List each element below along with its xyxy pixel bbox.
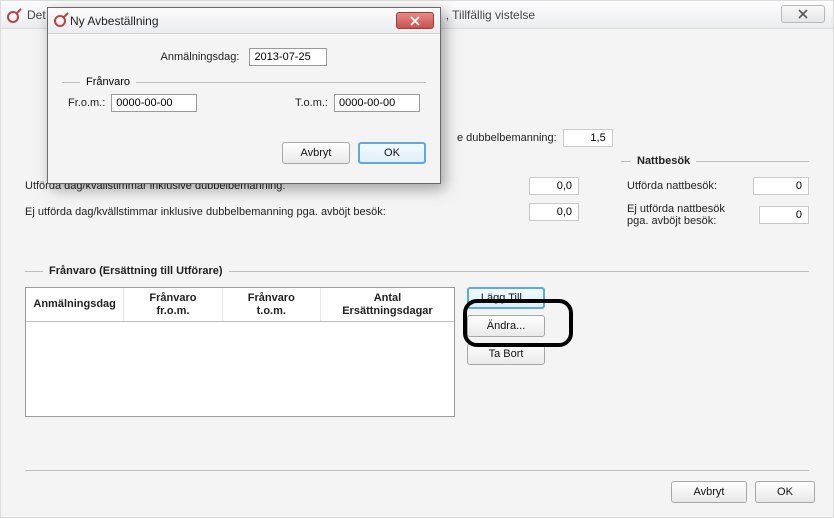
- utforda-natt-value[interactable]: 0: [753, 177, 809, 195]
- dubbelbemanning-label: e dubbelbemanning:: [457, 132, 557, 144]
- th-anmalningsdag: Anmälningsdag: [26, 288, 124, 321]
- th-from: Frånvarofr.o.m.: [124, 288, 222, 321]
- modal-close-button[interactable]: [396, 12, 434, 29]
- tom-label: T.o.m.:: [295, 97, 328, 109]
- modal-titlebar: Ny Avbeställning: [48, 8, 440, 34]
- main-cancel-button[interactable]: Avbryt: [671, 481, 747, 503]
- bottom-bar: Avbryt OK: [1, 470, 833, 503]
- th-tom: Frånvarot.o.m.: [223, 288, 321, 321]
- anmalningsdag-label: Anmälningsdag:: [161, 51, 240, 63]
- ej-utforda-natt-label: Ej utförda nattbesök pga. avböjt besök:: [627, 203, 739, 227]
- th-dagar: AntalErsättningsdagar: [321, 288, 454, 321]
- modal-cancel-button[interactable]: Avbryt: [282, 142, 350, 164]
- ej-utforda-dagkvall-label: Ej utförda dag/kvällstimmar inklusive du…: [25, 206, 386, 218]
- modal-dialog: Ny Avbeställning Anmälningsdag: Frånvaro…: [47, 7, 441, 184]
- from-label: Fr.o.m.:: [68, 97, 105, 109]
- utforda-natt-label: Utförda nattbesök:: [627, 180, 717, 192]
- modal-ok-button[interactable]: OK: [358, 142, 426, 164]
- from-input[interactable]: [111, 94, 197, 112]
- tom-input[interactable]: [334, 94, 420, 112]
- modal-title: Ny Avbeställning: [70, 14, 159, 28]
- nattbesok-title: Nattbesök: [637, 155, 690, 167]
- main-title-suffix: , Tillfällig vistelse: [446, 8, 535, 22]
- franvaro-table-header: Anmälningsdag Frånvarofr.o.m. Frånvarot.…: [26, 288, 454, 322]
- bottom-divider: [25, 470, 809, 471]
- delete-button[interactable]: Ta Bort: [467, 343, 545, 365]
- main-ok-button[interactable]: OK: [755, 481, 815, 503]
- add-button[interactable]: Lägg Till...: [467, 287, 545, 309]
- ej-utforda-natt-value[interactable]: 0: [759, 206, 809, 224]
- edit-button[interactable]: Ändra...: [467, 315, 545, 337]
- ej-utforda-dagkvall-value[interactable]: 0,0: [529, 203, 579, 221]
- main-window: Det , Tillfällig vistelse e dubbelbemann…: [0, 0, 834, 518]
- franvaro-title: Frånvaro (Ersättning till Utförare): [49, 265, 223, 277]
- franvaro-table[interactable]: Anmälningsdag Frånvarofr.o.m. Frånvarot.…: [25, 287, 455, 417]
- anmalningsdag-input[interactable]: [249, 48, 327, 66]
- modal-group-title: Frånvaro: [86, 76, 130, 88]
- app-icon: [7, 7, 23, 23]
- dubbelbemanning-value[interactable]: 1,5: [563, 129, 613, 147]
- utforda-dagkvall-value[interactable]: 0,0: [529, 177, 579, 195]
- main-title-prefix: Det: [27, 8, 46, 22]
- modal-app-icon: [54, 11, 70, 30]
- main-close-button[interactable]: [781, 5, 825, 23]
